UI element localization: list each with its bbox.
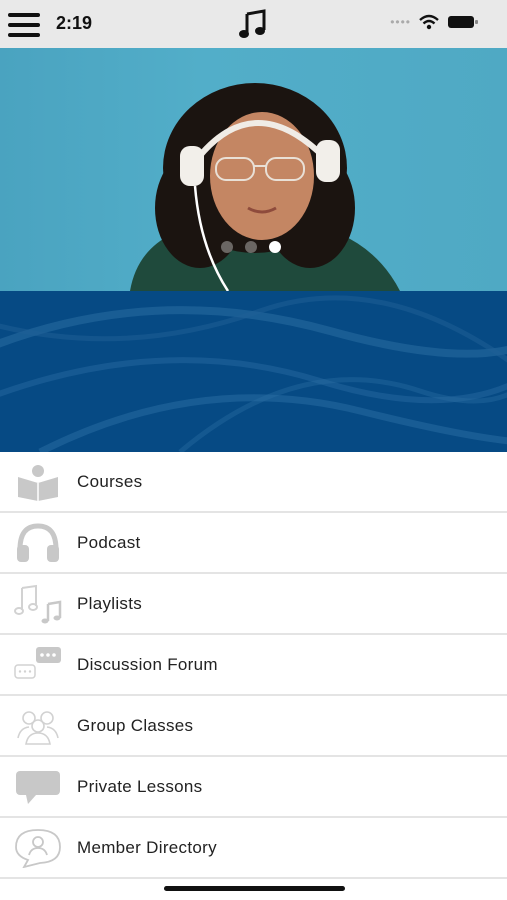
hero-carousel[interactable]	[0, 48, 507, 291]
brand-banner	[0, 291, 507, 452]
courses-icon	[14, 460, 62, 504]
menu-item-label: Playlists	[77, 593, 143, 613]
menu-item-label: Discussion Forum	[77, 654, 218, 674]
menu-item-discussion-forum[interactable]: Discussion Forum	[0, 635, 507, 696]
menu-item-label: Group Classes	[77, 715, 194, 735]
music-notes-icon	[14, 582, 62, 626]
carousel-dot-3[interactable]	[269, 241, 281, 253]
menu-item-label: Private Lessons	[77, 776, 203, 796]
menu-item-private-lessons[interactable]: Private Lessons	[0, 757, 507, 818]
chat-bubbles-icon	[14, 643, 62, 687]
menu-item-courses[interactable]: Courses	[0, 452, 507, 513]
carousel-dots	[221, 241, 281, 253]
wave-pattern	[0, 295, 507, 452]
person-bubble-icon	[14, 826, 62, 870]
battery-icon	[448, 16, 478, 28]
carousel-dot-1[interactable]	[221, 241, 233, 253]
wifi-icon	[419, 14, 439, 30]
hamburger-menu-icon[interactable]	[8, 13, 40, 37]
carousel-dot-2[interactable]	[245, 241, 257, 253]
system-status-icons: ••••	[390, 14, 479, 30]
status-time: 2:19	[56, 13, 93, 33]
menu-item-label: Podcast	[77, 532, 141, 552]
speech-bubble-icon	[14, 765, 62, 809]
hero-photo	[130, 83, 400, 291]
menu-item-label: Member Directory	[77, 837, 217, 857]
group-icon	[14, 704, 62, 748]
music-note-icon	[239, 9, 266, 38]
status-bar: 2:19 ••••	[0, 0, 507, 48]
menu-item-label: Courses	[77, 471, 143, 491]
menu-item-member-directory[interactable]: Member Directory	[0, 818, 507, 879]
signal-icon: ••••	[390, 15, 411, 29]
home-indicator[interactable]	[164, 886, 345, 891]
headphones-icon	[14, 521, 62, 565]
menu-item-podcast[interactable]: Podcast	[0, 513, 507, 574]
main-menu-list: Courses Podcast Playlists Discussion For…	[0, 452, 507, 879]
menu-item-playlists[interactable]: Playlists	[0, 574, 507, 635]
menu-item-group-classes[interactable]: Group Classes	[0, 696, 507, 757]
